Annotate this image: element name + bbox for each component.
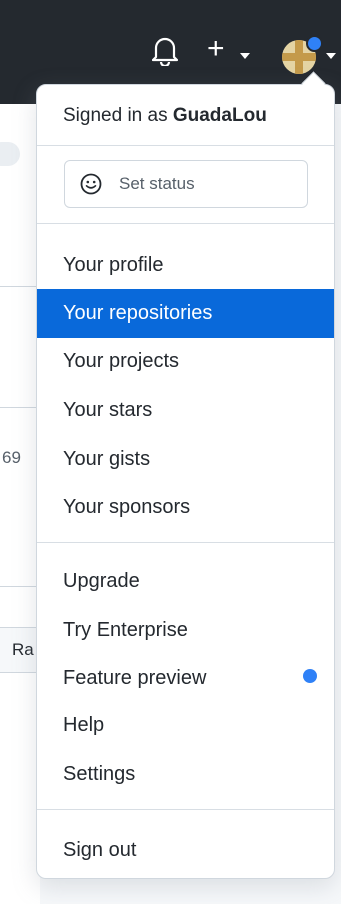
- background-divider: [0, 407, 40, 408]
- smiley-icon: [80, 173, 102, 195]
- set-status-button[interactable]: Set status: [64, 160, 308, 208]
- user-dropdown-menu: Signed in as GuadaLou Set status Your pr…: [36, 71, 335, 879]
- background-divider: [0, 286, 40, 287]
- background-divider: [0, 586, 40, 587]
- menu-item-upgrade[interactable]: Upgrade: [37, 557, 334, 606]
- background-page: [0, 104, 40, 904]
- menu-item-sign-out[interactable]: Sign out: [37, 826, 334, 875]
- menu-item-your-sponsors[interactable]: Your sponsors: [37, 483, 334, 532]
- menu-item-your-repositories[interactable]: Your repositories: [37, 289, 334, 338]
- menu-divider: [37, 542, 334, 543]
- signed-in-prefix: Signed in as: [63, 105, 168, 126]
- background-text: 69: [2, 448, 21, 467]
- menu-item-your-projects[interactable]: Your projects: [37, 337, 334, 386]
- signed-in-label: Signed in as GuadaLou: [63, 105, 267, 127]
- set-status-label: Set status: [119, 174, 195, 193]
- menu-item-feature-preview[interactable]: Feature preview: [37, 654, 334, 703]
- menu-item-settings[interactable]: Settings: [37, 750, 334, 799]
- username: GuadaLou: [172, 105, 267, 126]
- feature-preview-dot-icon: [303, 669, 317, 683]
- menu-item-your-stars[interactable]: Your stars: [37, 386, 334, 435]
- menu-divider: [37, 809, 334, 810]
- background-button-text: Ra: [12, 640, 34, 659]
- menu-item-your-profile[interactable]: Your profile: [37, 241, 334, 290]
- chevron-down-icon[interactable]: [240, 53, 250, 59]
- menu-divider: [37, 145, 334, 146]
- avatar-chevron-down-icon[interactable]: [326, 53, 336, 59]
- notification-dot-icon: [306, 35, 323, 52]
- plus-icon[interactable]: +: [207, 34, 225, 64]
- menu-item-try-enterprise[interactable]: Try Enterprise: [37, 606, 334, 655]
- bell-icon[interactable]: [151, 36, 179, 68]
- menu-item-your-gists[interactable]: Your gists: [37, 435, 334, 484]
- menu-divider: [37, 223, 334, 224]
- menu-item-help[interactable]: Help: [37, 701, 334, 750]
